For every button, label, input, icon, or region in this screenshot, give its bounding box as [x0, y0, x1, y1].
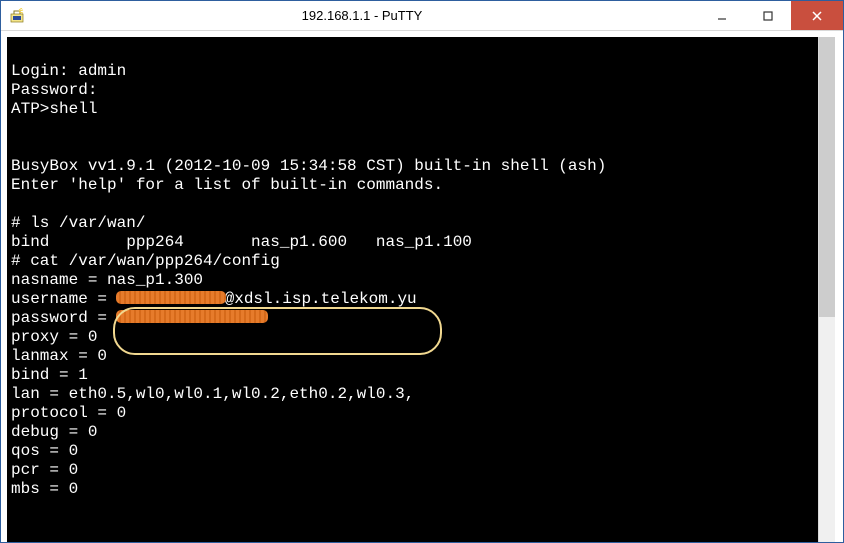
putty-icon	[9, 8, 25, 24]
terminal-line: Login: admin	[11, 62, 818, 81]
terminal-line	[11, 138, 818, 157]
terminal-line	[11, 119, 818, 138]
terminal-line: # cat /var/wan/ppp264/config	[11, 252, 818, 271]
terminal-line: debug = 0	[11, 423, 818, 442]
scrollbar-thumb[interactable]	[819, 37, 835, 317]
redacted-username	[117, 292, 225, 303]
close-button[interactable]	[791, 1, 843, 30]
terminal-line: proxy = 0	[11, 328, 818, 347]
close-icon	[812, 11, 822, 21]
terminal-line: pcr = 0	[11, 461, 818, 480]
terminal-line: Enter 'help' for a list of built-in comm…	[11, 176, 818, 195]
terminal-line: qos = 0	[11, 442, 818, 461]
terminal-line: username = @xdsl.isp.telekom.yu	[11, 290, 818, 309]
titlebar[interactable]: 192.168.1.1 - PuTTY	[1, 1, 843, 31]
terminal-line: password =	[11, 309, 818, 328]
terminal-line	[11, 195, 818, 214]
maximize-button[interactable]	[745, 1, 791, 30]
terminal-line: bind = 1	[11, 366, 818, 385]
terminal-line: BusyBox vv1.9.1 (2012-10-09 15:34:58 CST…	[11, 157, 818, 176]
window-controls	[699, 1, 843, 30]
terminal-line: ATP>shell	[11, 100, 818, 119]
terminal-line: Password:	[11, 81, 818, 100]
terminal[interactable]: Login: admin Password: ATP>shell BusyBox…	[7, 37, 818, 542]
terminal-line: # ls /var/wan/	[11, 214, 818, 233]
redacted-password	[117, 311, 267, 322]
minimize-button[interactable]	[699, 1, 745, 30]
window-title: 192.168.1.1 - PuTTY	[25, 8, 699, 23]
terminal-line: protocol = 0	[11, 404, 818, 423]
terminal-line	[11, 43, 818, 62]
vertical-scrollbar[interactable]	[818, 37, 835, 542]
terminal-container: Login: admin Password: ATP>shell BusyBox…	[1, 31, 843, 542]
terminal-line: bind ppp264 nas_p1.600 nas_p1.100	[11, 233, 818, 252]
terminal-line: mbs = 0	[11, 480, 818, 499]
maximize-icon	[763, 11, 773, 21]
terminal-line: lanmax = 0	[11, 347, 818, 366]
minimize-icon	[717, 11, 727, 21]
terminal-line: lan = eth0.5,wl0,wl0.1,wl0.2,eth0.2,wl0.…	[11, 385, 818, 404]
terminal-line: nasname = nas_p1.300	[11, 271, 818, 290]
app-window: 192.168.1.1 - PuTTY Login: admin Passwor…	[0, 0, 844, 543]
